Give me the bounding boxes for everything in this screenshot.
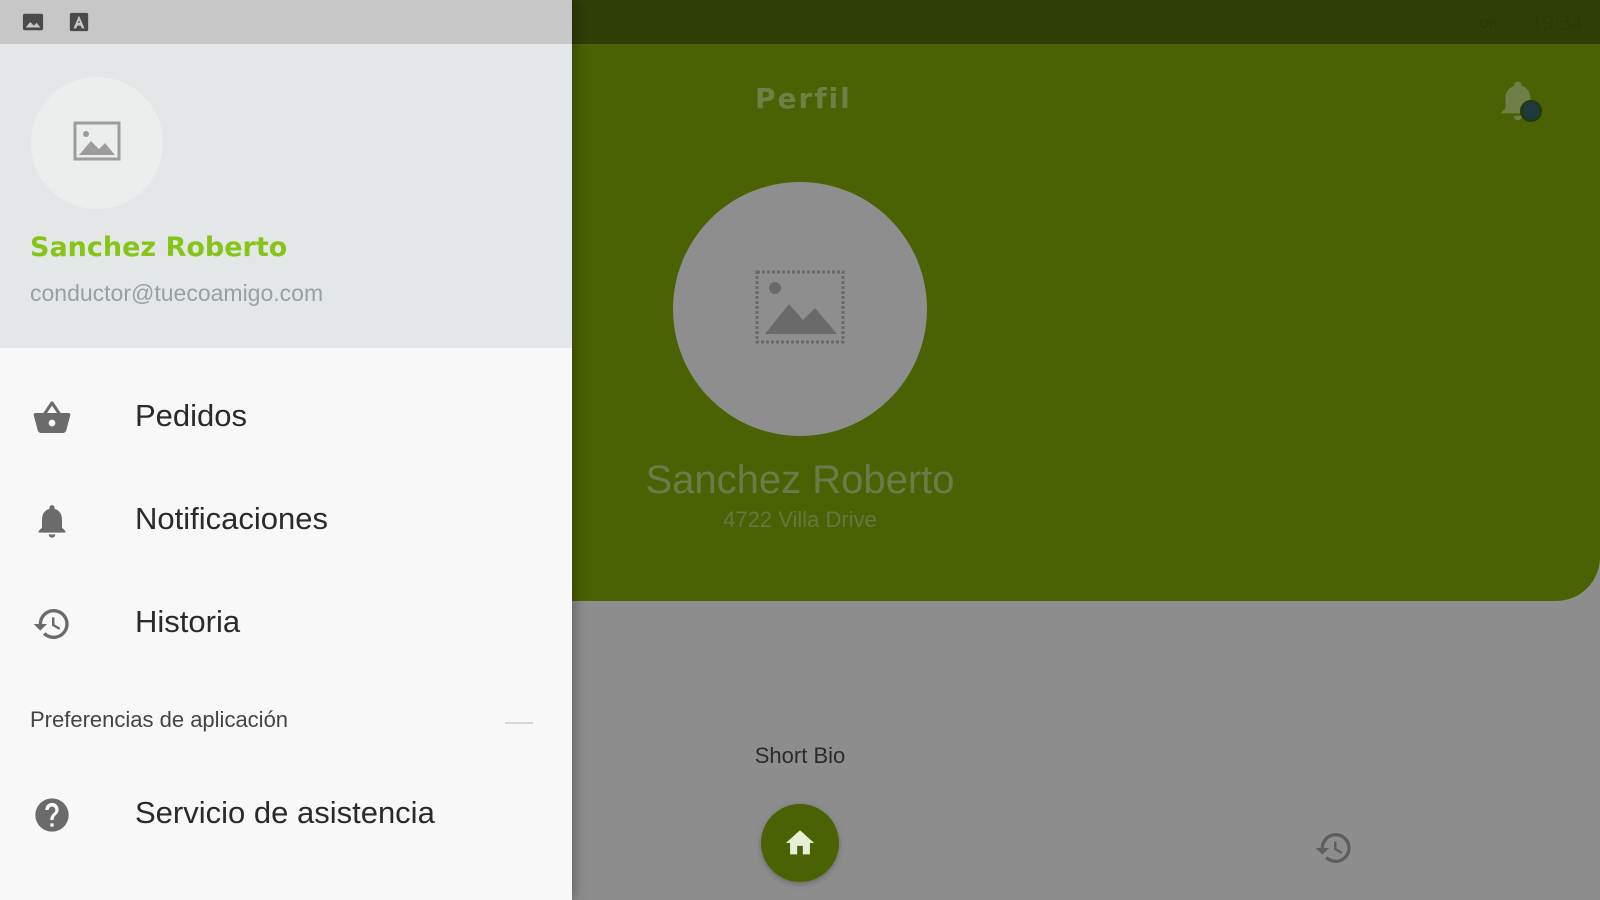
navigation-drawer: Sanchez Roberto conductor@tuecoamigo.com…: [0, 0, 572, 900]
history-icon: [1315, 833, 1351, 863]
notifications-button[interactable]: [1498, 78, 1546, 126]
gallery-icon: [22, 13, 44, 31]
section-header-preferences: Preferencias de aplicación: [30, 707, 289, 732]
menu-item-servicio-asistencia[interactable]: Servicio de asistencia: [0, 773, 572, 853]
menu-label-pedidos: Pedidos: [135, 398, 248, 433]
menu-item-historia[interactable]: Historia: [0, 582, 572, 662]
app-icon: [69, 12, 89, 32]
status-indicator: On: [1478, 15, 1498, 31]
menu-label-historia: Historia: [135, 604, 241, 639]
drawer-user-email: conductor@tuecoamigo.com: [30, 280, 324, 306]
notification-badge: [1520, 100, 1542, 122]
status-right: On 19:34: [1478, 10, 1582, 36]
drawer-header: Sanchez Roberto conductor@tuecoamigo.com: [0, 44, 572, 348]
status-clock: 19:34: [1531, 10, 1582, 35]
menu-item-notificaciones[interactable]: Notificaciones: [0, 479, 572, 559]
profile-name: Sanchez Roberto: [645, 458, 955, 502]
menu-label-servicio-asistencia: Servicio de asistencia: [135, 795, 435, 830]
page-title: Perfil: [755, 82, 852, 115]
section-divider: [505, 722, 533, 724]
profile-avatar[interactable]: [673, 182, 927, 436]
drawer-avatar[interactable]: [31, 77, 163, 209]
menu-item-pedidos[interactable]: Pedidos: [0, 376, 572, 456]
home-nav-button[interactable]: [761, 804, 839, 882]
bell-icon: [38, 505, 66, 538]
menu-label-notificaciones: Notificaciones: [135, 501, 328, 536]
short-bio-label: Short Bio: [754, 743, 846, 768]
history-icon: [33, 609, 69, 639]
history-nav-button[interactable]: [1314, 828, 1358, 872]
profile-address: 4722 Villa Drive: [723, 507, 877, 532]
drawer-user-name: Sanchez Roberto: [30, 232, 288, 263]
basket-icon: [33, 401, 71, 433]
help-icon: [35, 798, 69, 832]
home-icon: [785, 830, 815, 855]
image-placeholder-icon: [755, 270, 845, 344]
image-placeholder-icon: [73, 121, 121, 161]
drawer-status-bar: [0, 0, 572, 44]
